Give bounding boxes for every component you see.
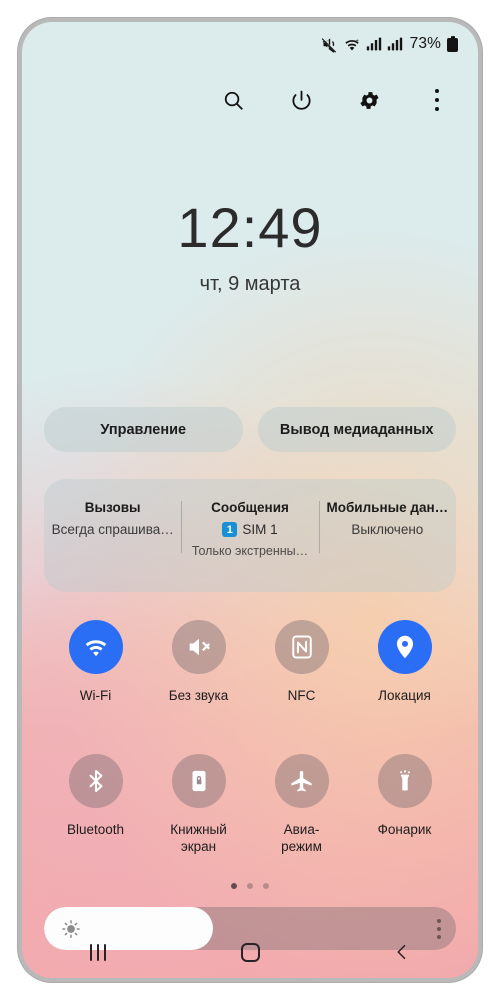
toggle-flashlight-label: Фонарик	[377, 822, 432, 837]
toggle-mute-circle	[171, 620, 226, 674]
toggle-location-label: Локация	[378, 688, 431, 703]
toggle-rotation-lock[interactable]: Книжный экран	[147, 754, 250, 856]
gear-icon	[359, 91, 379, 109]
toggle-bluetooth-circle	[68, 754, 123, 808]
pill-button-row: Управление Вывод медиаданных	[44, 407, 456, 452]
sim-calls-title: Вызовы	[84, 500, 141, 515]
media-output-button[interactable]: Вывод медиаданных	[257, 407, 456, 452]
toggle-mute-label: Без звука	[168, 688, 229, 703]
quick-toggle-row-2: Bluetooth Книжный экран Авиа- режим Фона…	[44, 754, 456, 856]
sim-column-calls[interactable]: Вызовы Всегда спрашива…	[44, 479, 181, 537]
status-bar: + 73%	[22, 22, 478, 66]
sim-column-messages[interactable]: Сообщения 1 SIM 1 Только экстренны…	[181, 479, 318, 558]
sim-messages-title: Сообщения	[211, 500, 289, 515]
page-dot-1	[231, 883, 237, 889]
toggle-airplane-label: Авиа-режим	[281, 822, 322, 855]
sim-messages-note: Только экстренны…	[191, 544, 309, 558]
battery-percent-label: 73%	[409, 35, 441, 52]
toggle-nfc-circle	[274, 620, 329, 674]
toggle-nfc-label: NFC	[287, 688, 316, 703]
sim-messages-value: SIM 1	[242, 522, 278, 537]
toggle-location[interactable]: Локация	[353, 620, 456, 704]
back-button[interactable]	[326, 942, 478, 962]
clock-date: чт, 9 марта	[199, 273, 301, 295]
toggle-bluetooth-label: Bluetooth	[66, 822, 125, 837]
search-button[interactable]	[218, 85, 248, 115]
toggle-flashlight-circle	[377, 754, 432, 808]
navigation-bar	[22, 926, 478, 978]
signal-sim1-icon	[366, 37, 381, 51]
battery-icon	[447, 36, 458, 52]
toggle-wifi[interactable]: Wi-Fi	[44, 620, 147, 704]
svg-text:+: +	[355, 38, 359, 44]
home-button[interactable]	[174, 942, 326, 962]
phone-frame: + 73% 12:49 чт, 9 марта Управление Вывод…	[18, 18, 482, 982]
overflow-menu-button[interactable]	[422, 85, 452, 115]
toggle-rotation-lock-circle	[171, 754, 226, 808]
sim-status-card: Вызовы Всегда спрашива… Сообщения 1 SIM …	[44, 479, 456, 592]
toggle-nfc[interactable]: NFC	[250, 620, 353, 704]
signal-sim2-icon	[387, 37, 402, 51]
phone-screen: + 73% 12:49 чт, 9 марта Управление Вывод…	[22, 22, 478, 978]
sim-data-value: Выключено	[351, 522, 424, 537]
toggle-airplane-mode[interactable]: Авиа-режим	[250, 754, 353, 856]
settings-button[interactable]	[354, 85, 384, 115]
recents-icon	[89, 943, 107, 961]
toggle-airplane-circle	[274, 754, 329, 808]
quick-toggle-row-1: Wi-Fi Без звука NFC Локация	[44, 620, 456, 704]
wifi-icon: +	[345, 38, 359, 51]
toggle-rotation-lock-label: Книжный экран	[170, 822, 227, 855]
clock-time: 12:49	[177, 196, 323, 259]
mute-icon	[189, 638, 210, 656]
back-icon	[397, 944, 406, 960]
mute-icon	[321, 37, 336, 53]
more-options-icon	[434, 88, 440, 112]
toggle-bluetooth[interactable]: Bluetooth	[44, 754, 147, 856]
clock-area: 12:49 чт, 9 марта	[22, 200, 478, 296]
flashlight-icon	[399, 770, 410, 791]
airplane-icon	[291, 770, 312, 792]
bluetooth-icon	[89, 770, 102, 792]
wifi-icon	[85, 640, 106, 657]
sim-calls-value: Всегда спрашива…	[51, 522, 174, 537]
nfc-icon	[291, 635, 312, 659]
toggle-wifi-label: Wi-Fi	[79, 688, 112, 703]
sim-column-mobile-data[interactable]: Мобильные дан… Выключено	[318, 479, 456, 553]
toggle-flashlight[interactable]: Фонарик	[353, 754, 456, 856]
rotation-lock-icon	[192, 770, 205, 792]
device-control-button[interactable]: Управление	[44, 407, 243, 452]
search-icon	[224, 91, 243, 110]
power-button[interactable]	[286, 85, 316, 115]
quick-panel-toolbar	[22, 74, 478, 126]
page-dot-3	[263, 883, 269, 889]
toggle-mute[interactable]: Без звука	[147, 620, 250, 704]
toggle-wifi-circle	[68, 620, 123, 674]
sim1-badge: 1	[222, 522, 238, 537]
sim-data-title: Мобильные дан…	[326, 500, 449, 515]
page-indicator[interactable]	[22, 883, 478, 889]
recents-button[interactable]	[22, 943, 174, 961]
sim-messages-value-row: 1 SIM 1	[181, 522, 318, 537]
location-pin-icon	[396, 635, 413, 659]
power-icon	[292, 90, 310, 110]
home-icon	[240, 942, 260, 962]
toggle-location-circle	[377, 620, 432, 674]
page-dot-2	[247, 883, 253, 889]
